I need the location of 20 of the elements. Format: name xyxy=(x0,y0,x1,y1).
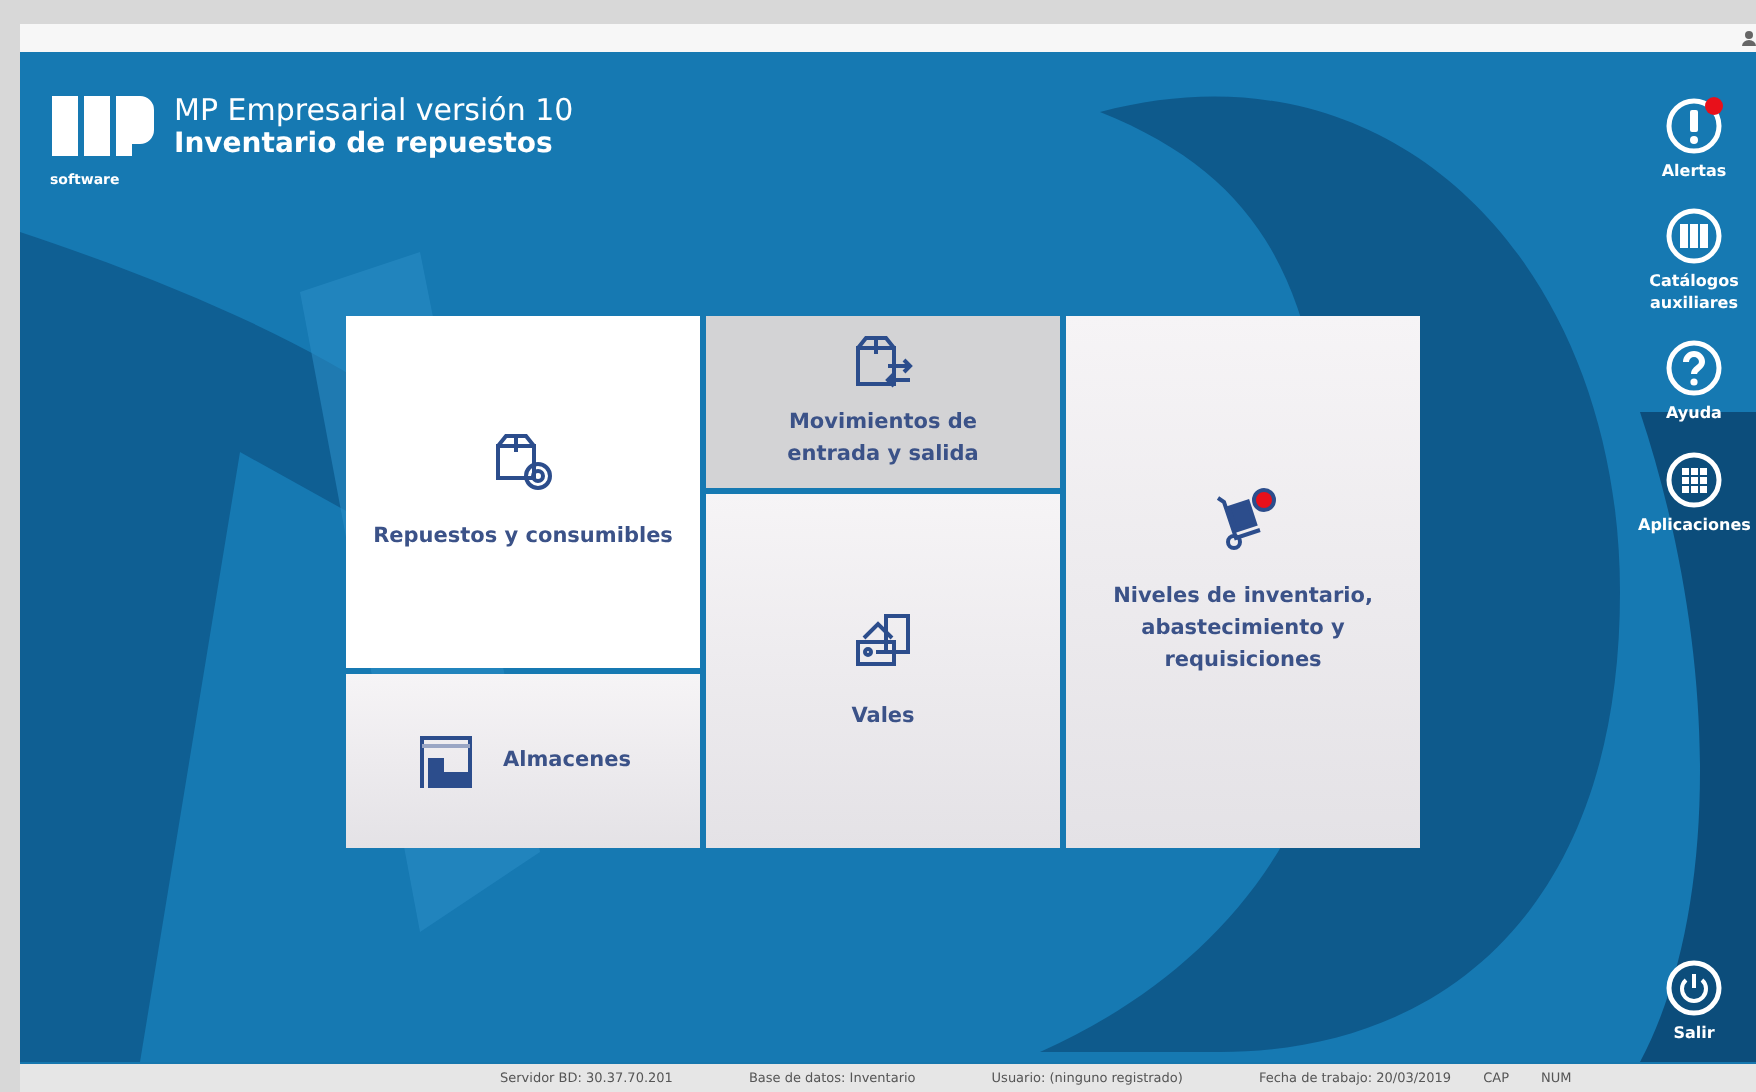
sidebar-label[interactable]: Alertas xyxy=(1661,162,1727,183)
user-icon[interactable] xyxy=(1742,30,1756,46)
module-tile[interactable]: Movimientos de entrada y salida xyxy=(706,316,1060,488)
binders-icon[interactable] xyxy=(1664,206,1724,267)
module-tile[interactable]: Vales xyxy=(706,494,1060,848)
power-icon[interactable] xyxy=(1664,957,1724,1018)
help-icon[interactable] xyxy=(1664,338,1724,399)
alert-icon[interactable] xyxy=(1663,96,1724,156)
exit-label[interactable]: Salir xyxy=(1673,1023,1715,1044)
module-tile[interactable]: Niveles de inventario, abastecimiento y requisiciones xyxy=(1066,316,1420,848)
app-title: MP Empresarial versión 10 xyxy=(174,92,574,128)
module-title: Inventario de repuestos xyxy=(174,128,555,160)
sidebar-label[interactable]: Aplicaciones xyxy=(1638,515,1750,536)
warehouse-icon xyxy=(415,731,476,791)
sidebar-label[interactable]: Ayuda xyxy=(1666,404,1722,426)
apps-grid-icon[interactable] xyxy=(1664,449,1724,510)
module-tile[interactable]: Repuestos y consumibles xyxy=(346,316,700,668)
box-gear-icon xyxy=(491,430,555,495)
sidebar-label[interactable]: Catálogos auxiliares xyxy=(1638,272,1750,315)
module-tile[interactable]: Almacenes xyxy=(346,674,700,848)
